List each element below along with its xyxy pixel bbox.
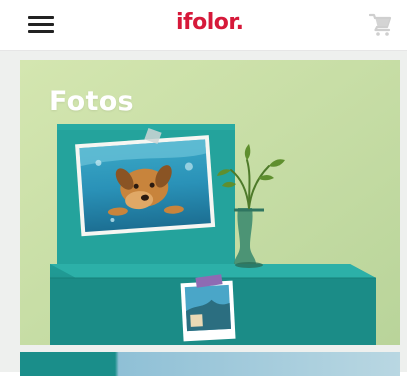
shopping-cart-icon[interactable] [369, 13, 393, 37]
main-content: Fotos [0, 51, 407, 376]
hero-title: Fotos [49, 86, 134, 117]
hamburger-menu-icon[interactable] [28, 14, 54, 34]
fotos-category-card[interactable]: Fotos [20, 60, 400, 345]
top-navigation-bar: ifolor. [0, 0, 407, 51]
next-category-card[interactable] [20, 352, 400, 376]
ifolor-logo[interactable]: ifolor. [176, 10, 244, 35]
